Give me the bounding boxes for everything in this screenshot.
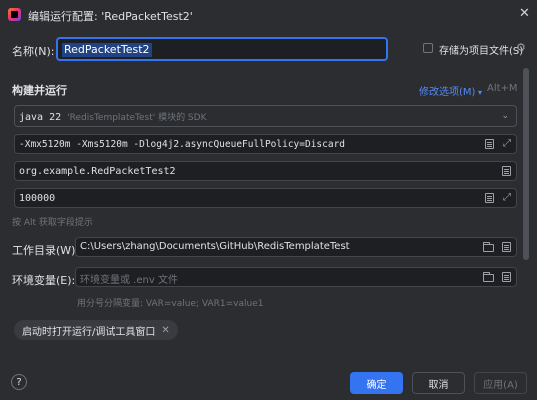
name-value: RedPacketTest2 [62,43,152,57]
vm-options-input[interactable]: -Xmx5120m -Xms5120m -Dlog4j2.asyncQueueF… [14,134,517,154]
close-icon[interactable]: ✕ [161,325,169,336]
working-dir-input[interactable]: C:\Users\zhang\Documents\GitHub\RedisTem… [75,237,517,257]
apply-button[interactable]: 应用(A) [474,372,527,394]
program-arguments-input[interactable]: 100000 ⤢ [14,188,517,208]
chevron-down-icon: ▾ [475,88,482,97]
name-input[interactable]: RedPacketTest2 [56,37,388,61]
folder-icon[interactable] [483,242,494,252]
open-tool-window-chip[interactable]: 启动时打开运行/调试工具窗口 ✕ [14,320,178,340]
help-button[interactable]: ? [11,374,27,390]
working-dir-label: 工作目录(W): [12,244,80,257]
program-arguments-value: 100000 [19,193,56,204]
folder-icon[interactable] [483,272,494,282]
list-icon[interactable] [502,166,511,176]
main-class-input[interactable]: org.example.RedPacketTest2 [14,161,517,181]
modify-options-shortcut: Alt+M [487,83,518,94]
chevron-down-icon: ⌄ [501,111,509,121]
chip-label: 启动时打开运行/调试工具窗口 [22,326,156,338]
gear-icon[interactable]: ⚙ [516,41,526,54]
title-bar: 编辑运行配置: 'RedPacketTest2' ✕ [0,0,537,30]
jdk-version: java 22 [19,112,62,123]
help-icon: ? [16,376,22,388]
list-icon[interactable] [485,139,494,149]
list-icon[interactable] [485,193,494,203]
name-label: 名称(N): [12,45,55,58]
store-as-project-file-checkbox[interactable] [423,43,433,53]
ok-button[interactable]: 确定 [350,372,403,394]
main-class-value: org.example.RedPacketTest2 [19,166,176,177]
jdk-hint: 'RedisTemplateTest' 模块的 SDK [67,113,207,123]
env-vars-label: 环境变量(E): [12,274,76,287]
expand-icon[interactable]: ⤢ [503,193,511,203]
env-vars-input[interactable]: 环境变量或 .env 文件 [75,267,517,287]
cancel-button[interactable]: 取消 [412,372,465,394]
env-vars-placeholder: 环境变量或 .env 文件 [80,275,178,286]
expand-icon[interactable]: ⤢ [503,139,511,149]
build-run-section-title: 构建并运行 [12,84,67,97]
alt-field-hint: 按 Alt 获取字段提示 [12,218,93,228]
scrollbar-thumb[interactable] [523,68,529,260]
vm-options-value: -Xmx5120m -Xms5120m -Dlog4j2.asyncQueueF… [19,139,346,150]
store-as-project-file-label: 存储为项目文件(S) [439,46,524,57]
working-dir-value: C:\Users\zhang\Documents\GitHub\RedisTem… [80,241,350,252]
modify-options-link[interactable]: 修改选项(M) ▾ [419,83,482,98]
env-vars-hint: 用分号分隔变量: VAR=value; VAR1=value1 [77,299,264,309]
modify-options-label: 修改选项(M) [419,87,476,98]
intellij-app-icon [8,8,21,21]
jdk-select[interactable]: java 22 'RedisTemplateTest' 模块的 SDK ⌄ [14,105,517,127]
window-title: 编辑运行配置: 'RedPacketTest2' [28,10,193,23]
list-icon[interactable] [502,272,511,282]
list-icon[interactable] [502,242,511,252]
close-icon[interactable]: ✕ [519,6,530,21]
